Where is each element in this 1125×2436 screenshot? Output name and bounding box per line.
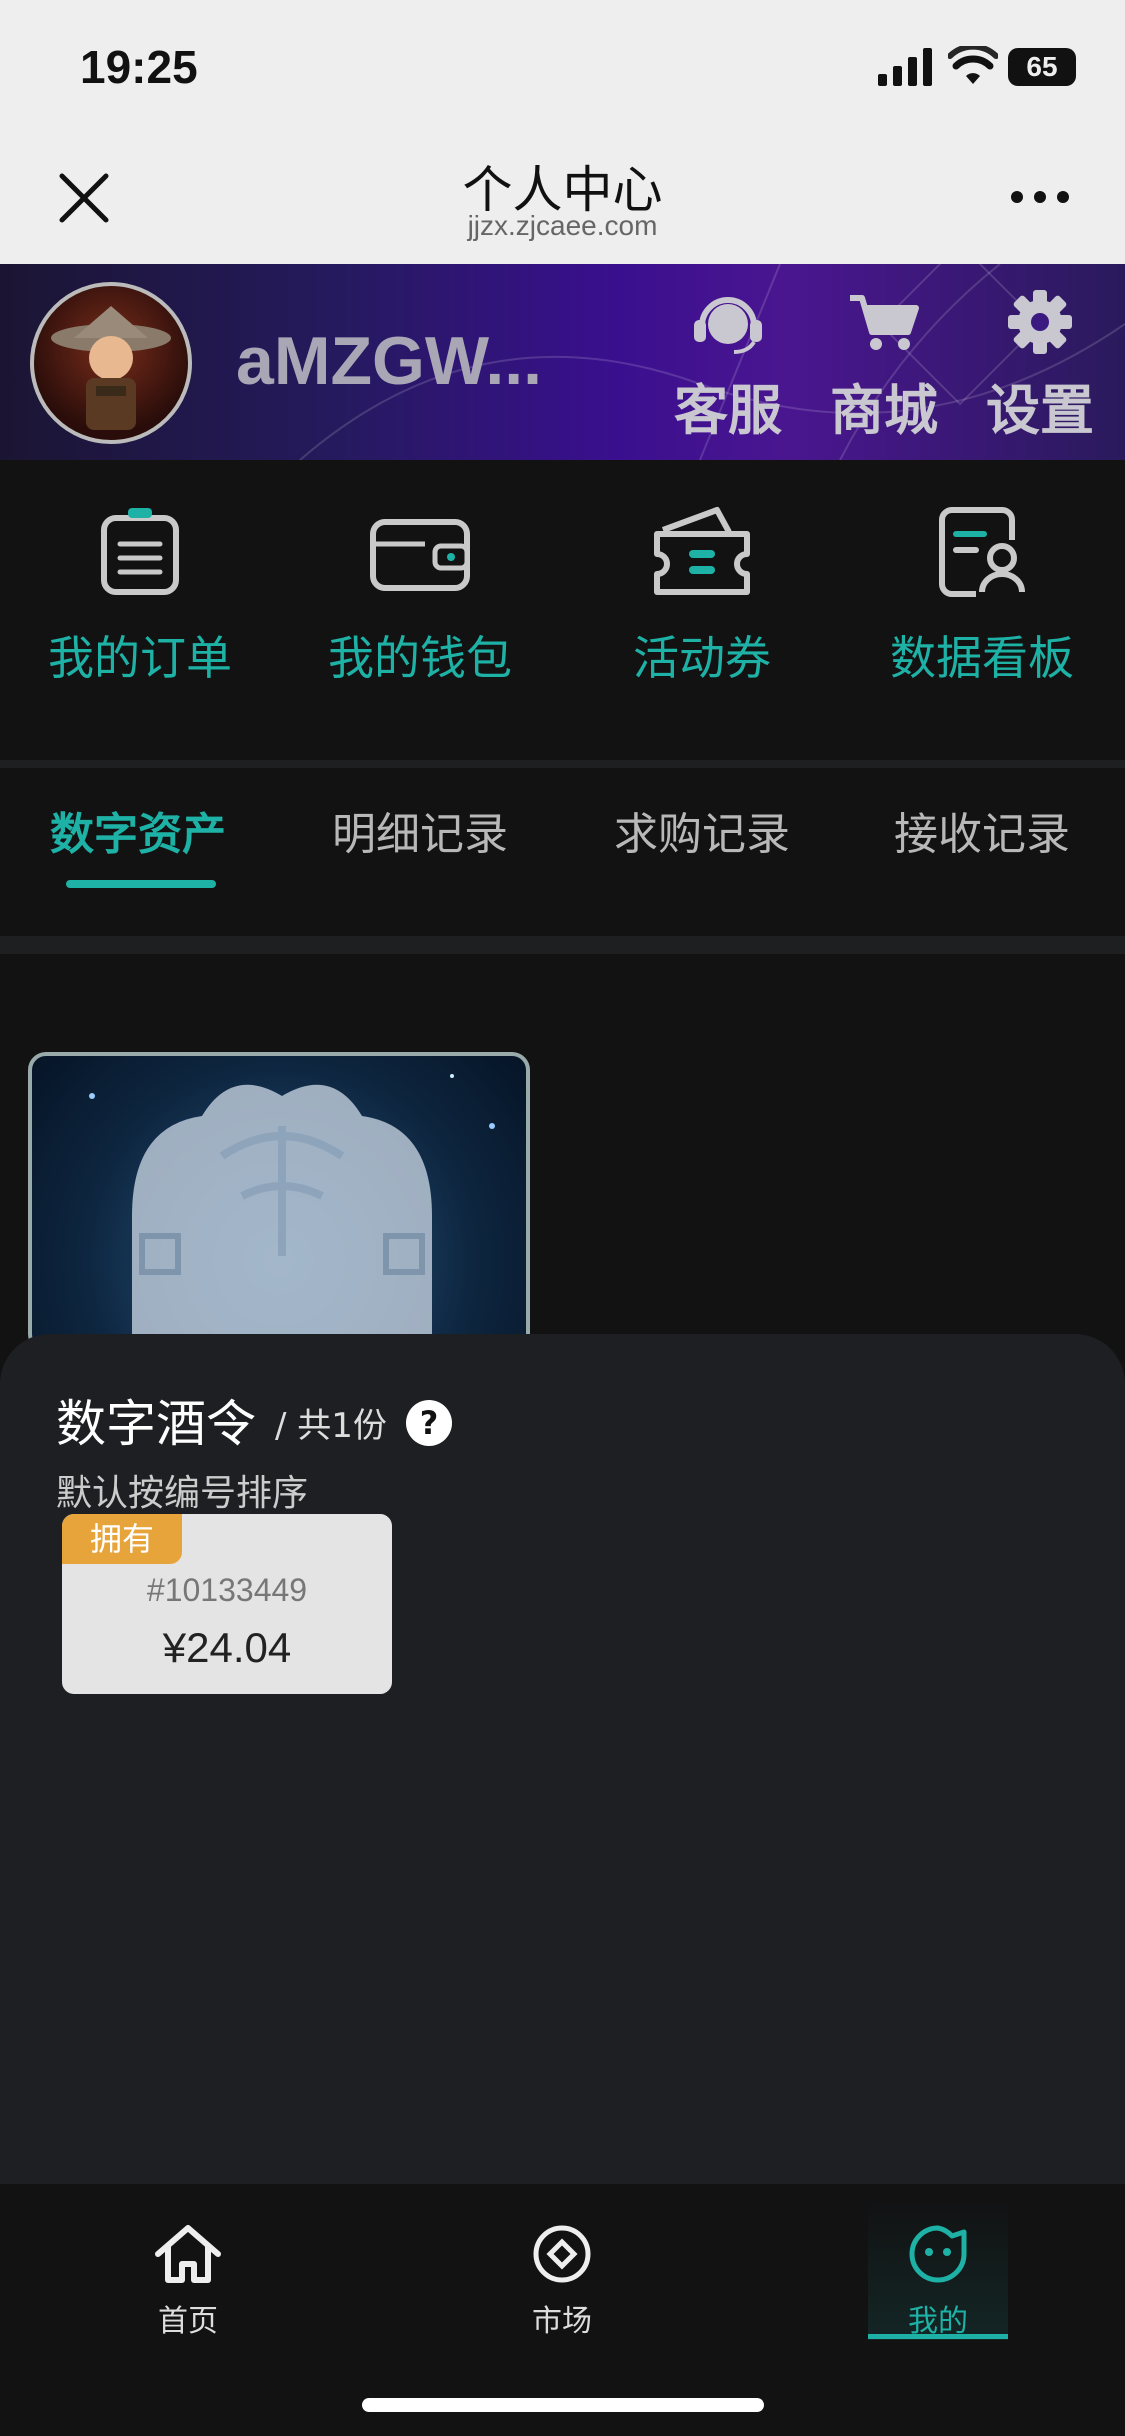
market-icon [533,2225,591,2283]
nav-home-label: 首页 [158,2304,218,2339]
tab-receive-records[interactable]: 接收记录 [894,798,1070,862]
more-options-icon[interactable] [1010,190,1070,204]
sort-label[interactable]: 默认按编号排序 [56,1464,308,1516]
token-price: ¥24.04 [162,1624,292,1671]
collection-title: 数字酒令 [56,1395,256,1453]
asset-card[interactable] [28,1052,530,1352]
data-dashboard-label: 数据看板 [890,631,1074,685]
home-indicator[interactable] [362,2398,764,2412]
avatar-character-image [51,306,171,430]
wallet-icon [370,519,470,591]
bottom-sheet [0,1334,1125,2184]
tab-purchase-records[interactable]: 求购记录 [614,798,790,862]
nav-market[interactable]: 市场 [462,2218,662,2340]
cart-icon [850,295,919,350]
active-nav-indicator [868,2334,1008,2339]
tab-digital-assets[interactable]: 数字资产 [50,798,226,862]
gear-icon [1008,290,1072,354]
asset-artwork-image [89,1074,495,1348]
active-tab-indicator [66,880,216,888]
clipboard-icon [101,508,179,595]
help-icon[interactable]: ? [406,1400,452,1446]
coupon-label: 活动券 [633,631,771,685]
tab-detail-records[interactable]: 明细记录 [332,798,508,862]
wifi-icon [948,46,998,84]
profile-face-icon [909,2225,967,2283]
battery-icon: 65 [1008,48,1076,86]
username: aMZGW... [236,323,542,399]
divider [0,936,1125,954]
settings-button[interactable]: 设置 [980,286,1100,445]
mall-button[interactable]: 商城 [824,286,944,445]
coupon-icon [654,507,750,595]
dashboard-icon [939,507,1025,597]
cellular-signal-icon [878,48,932,86]
my-orders-button[interactable]: 我的订单 [10,500,270,688]
nav-me[interactable]: 我的 [838,2218,1038,2340]
page-url: jjzx.zjcaee.com [467,210,658,241]
nav-market-label: 市场 [532,2304,592,2339]
avatar[interactable] [30,282,192,444]
my-wallet-label: 我的钱包 [328,631,512,685]
home-icon [155,2225,221,2283]
coupon-button[interactable]: 活动券 [572,500,832,688]
headset-icon [694,297,762,354]
nav-home[interactable]: 首页 [88,2218,288,2340]
settings-label: 设置 [986,379,1094,442]
customer-service-label: 客服 [674,379,782,442]
status-time: 19:25 [80,41,198,93]
my-wallet-button[interactable]: 我的钱包 [290,500,550,688]
owned-badge: 拥有 [62,1514,182,1564]
customer-service-button[interactable]: 客服 [668,286,788,445]
my-orders-label: 我的订单 [48,631,232,685]
token-number: #10133449 [146,1572,308,1608]
collection-count: / 共1份 [275,1406,387,1446]
divider [0,760,1125,768]
mall-label: 商城 [830,379,938,442]
data-dashboard-button[interactable]: 数据看板 [852,500,1112,688]
